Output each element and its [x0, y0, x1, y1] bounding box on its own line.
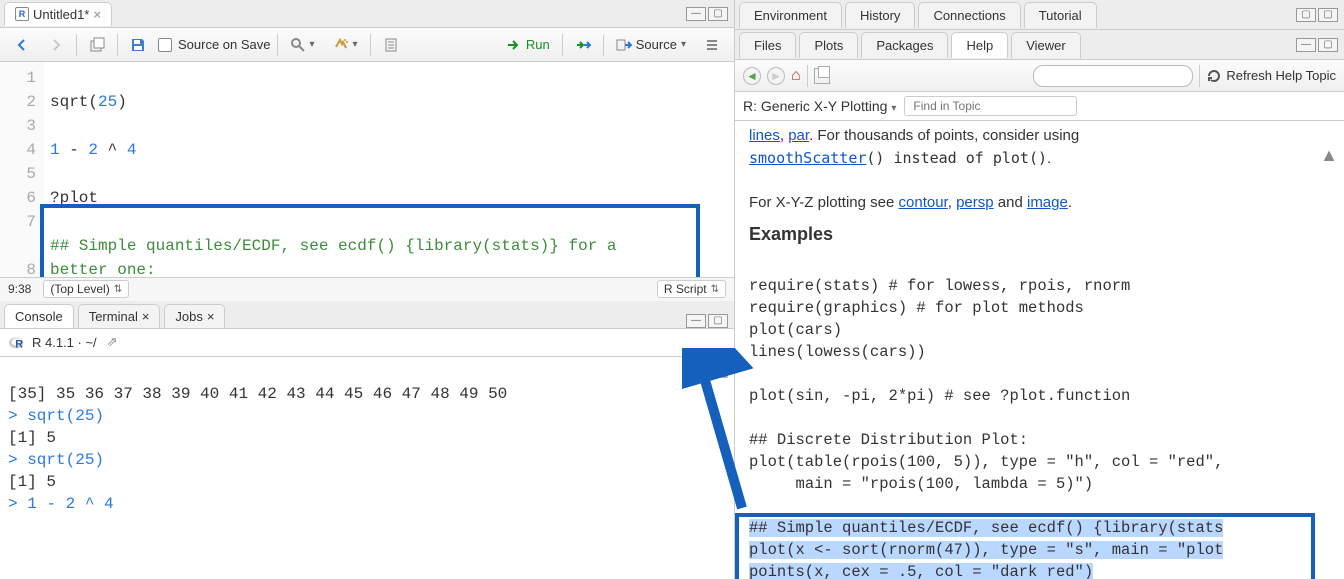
help-forward-button[interactable]: ► [767, 67, 785, 85]
help-tab[interactable]: Help [951, 32, 1008, 58]
minimize-pane-icon[interactable]: — [1296, 38, 1316, 52]
scroll-up-icon[interactable]: ▲ [1320, 145, 1338, 166]
outline-button[interactable] [698, 34, 726, 56]
save-button[interactable] [124, 34, 152, 56]
editor-statusbar: 9:38 (Top Level)⇅ R Script⇅ [0, 277, 734, 301]
home-icon[interactable]: ⌂ [791, 67, 801, 85]
refresh-help-button[interactable]: Refresh Help Topic [1206, 68, 1336, 84]
help-tabs: Files Plots Packages Help Viewer — ▢ [735, 30, 1344, 60]
link-par[interactable]: par [788, 127, 809, 144]
show-in-new-window-button[interactable] [83, 34, 111, 56]
close-icon[interactable]: × [93, 7, 101, 22]
maximize-pane-icon[interactable]: ▢ [1318, 8, 1338, 22]
example-code[interactable]: require(stats) # for lowess, rpois, rnor… [749, 253, 1338, 579]
help-search[interactable]: 🔍 [1033, 65, 1193, 87]
code-area[interactable]: sqrt(25) 1 - 2 ^ 4 ?plot ## Simple quant… [44, 62, 734, 277]
packages-tab[interactable]: Packages [861, 32, 948, 58]
minimize-pane-icon[interactable]: — [686, 314, 706, 328]
close-icon[interactable]: × [142, 309, 150, 324]
r-version-label: R 4.1.1 · ~/ [32, 335, 97, 350]
history-tab[interactable]: History [845, 2, 915, 28]
cursor-position: 9:38 [8, 282, 31, 296]
maximize-pane-icon[interactable]: ▢ [708, 314, 728, 328]
link-image[interactable]: image [1027, 194, 1068, 211]
popout-icon[interactable]: ⇗ [107, 334, 118, 350]
tutorial-tab[interactable]: Tutorial [1024, 2, 1097, 28]
link-smoothscatter[interactable]: smoothScatter [749, 149, 866, 167]
find-button[interactable]: ▾ [284, 34, 321, 56]
r-logo-icon: R [8, 333, 26, 351]
minimize-pane-icon[interactable]: ▢ [1296, 8, 1316, 22]
plots-tab[interactable]: Plots [799, 32, 858, 58]
find-in-topic-input[interactable] [904, 96, 1077, 116]
console-tabs: Console Terminal× Jobs× — ▢ [0, 301, 734, 329]
maximize-pane-icon[interactable]: ▢ [708, 7, 728, 21]
source-tab[interactable]: R Untitled1* × [4, 2, 112, 26]
viewer-tab[interactable]: Viewer [1011, 32, 1081, 58]
scroll-up-icon[interactable]: ▲ [717, 363, 728, 385]
help-search-input[interactable] [1033, 65, 1193, 87]
line-gutter: 123456789 [0, 62, 44, 277]
help-back-button[interactable]: ◄ [743, 67, 761, 85]
close-icon[interactable]: × [207, 309, 215, 324]
help-content[interactable]: lines, par. For thousands of points, con… [735, 121, 1344, 579]
source-toolbar: Source on Save ▾ ▾ Run Source ▾ [0, 28, 734, 62]
help-title-prefix: R: [743, 98, 761, 114]
r-file-icon: R [15, 7, 29, 21]
source-tabs: R Untitled1* × — ▢ [0, 0, 734, 28]
source-button[interactable]: Source ▾ [610, 34, 692, 56]
environment-tab[interactable]: Environment [739, 2, 842, 28]
jobs-tab[interactable]: Jobs× [164, 304, 225, 328]
env-tabs: Environment History Connections Tutorial… [735, 0, 1344, 30]
source-editor[interactable]: 123456789 sqrt(25) 1 - 2 ^ 4 ?plot ## Si… [0, 62, 734, 277]
console-header: R R 4.1.1 · ~/ ⇗ [0, 329, 734, 357]
console-output[interactable]: [35] 35 36 37 38 39 40 41 42 43 44 45 46… [0, 357, 734, 579]
terminal-tab[interactable]: Terminal× [78, 304, 161, 328]
link-lines[interactable]: lines [749, 127, 780, 144]
source-on-save-label: Source on Save [178, 37, 271, 52]
link-persp[interactable]: persp [956, 194, 994, 211]
files-tab[interactable]: Files [739, 32, 796, 58]
help-title: Generic X-Y Plotting [761, 98, 888, 114]
scope-dropdown[interactable]: (Top Level)⇅ [43, 280, 129, 298]
maximize-pane-icon[interactable]: ▢ [1318, 38, 1338, 52]
code-tools-button[interactable]: ▾ [327, 34, 364, 56]
examples-heading: Examples [749, 224, 1338, 245]
compile-report-button[interactable] [377, 34, 405, 56]
source-on-save-checkbox[interactable] [158, 38, 172, 52]
source-tab-title: Untitled1* [33, 7, 89, 22]
svg-text:R: R [15, 338, 23, 350]
dropdown-icon[interactable]: ▾ [891, 103, 896, 114]
console-tab[interactable]: Console [4, 304, 74, 328]
run-button[interactable]: Run [500, 34, 556, 56]
link-contour[interactable]: contour [899, 194, 948, 211]
nav-forward-button[interactable] [42, 34, 70, 56]
rerun-button[interactable] [569, 34, 597, 56]
minimize-pane-icon[interactable]: — [686, 7, 706, 21]
help-topic-header: R: Generic X-Y Plotting ▾ [735, 92, 1344, 121]
nav-back-button[interactable] [8, 34, 36, 56]
file-type-dropdown[interactable]: R Script⇅ [657, 280, 726, 298]
connections-tab[interactable]: Connections [918, 2, 1020, 28]
popout-icon[interactable] [814, 68, 830, 84]
help-toolbar: ◄ ► ⌂ 🔍 Refresh Help Topic [735, 60, 1344, 92]
